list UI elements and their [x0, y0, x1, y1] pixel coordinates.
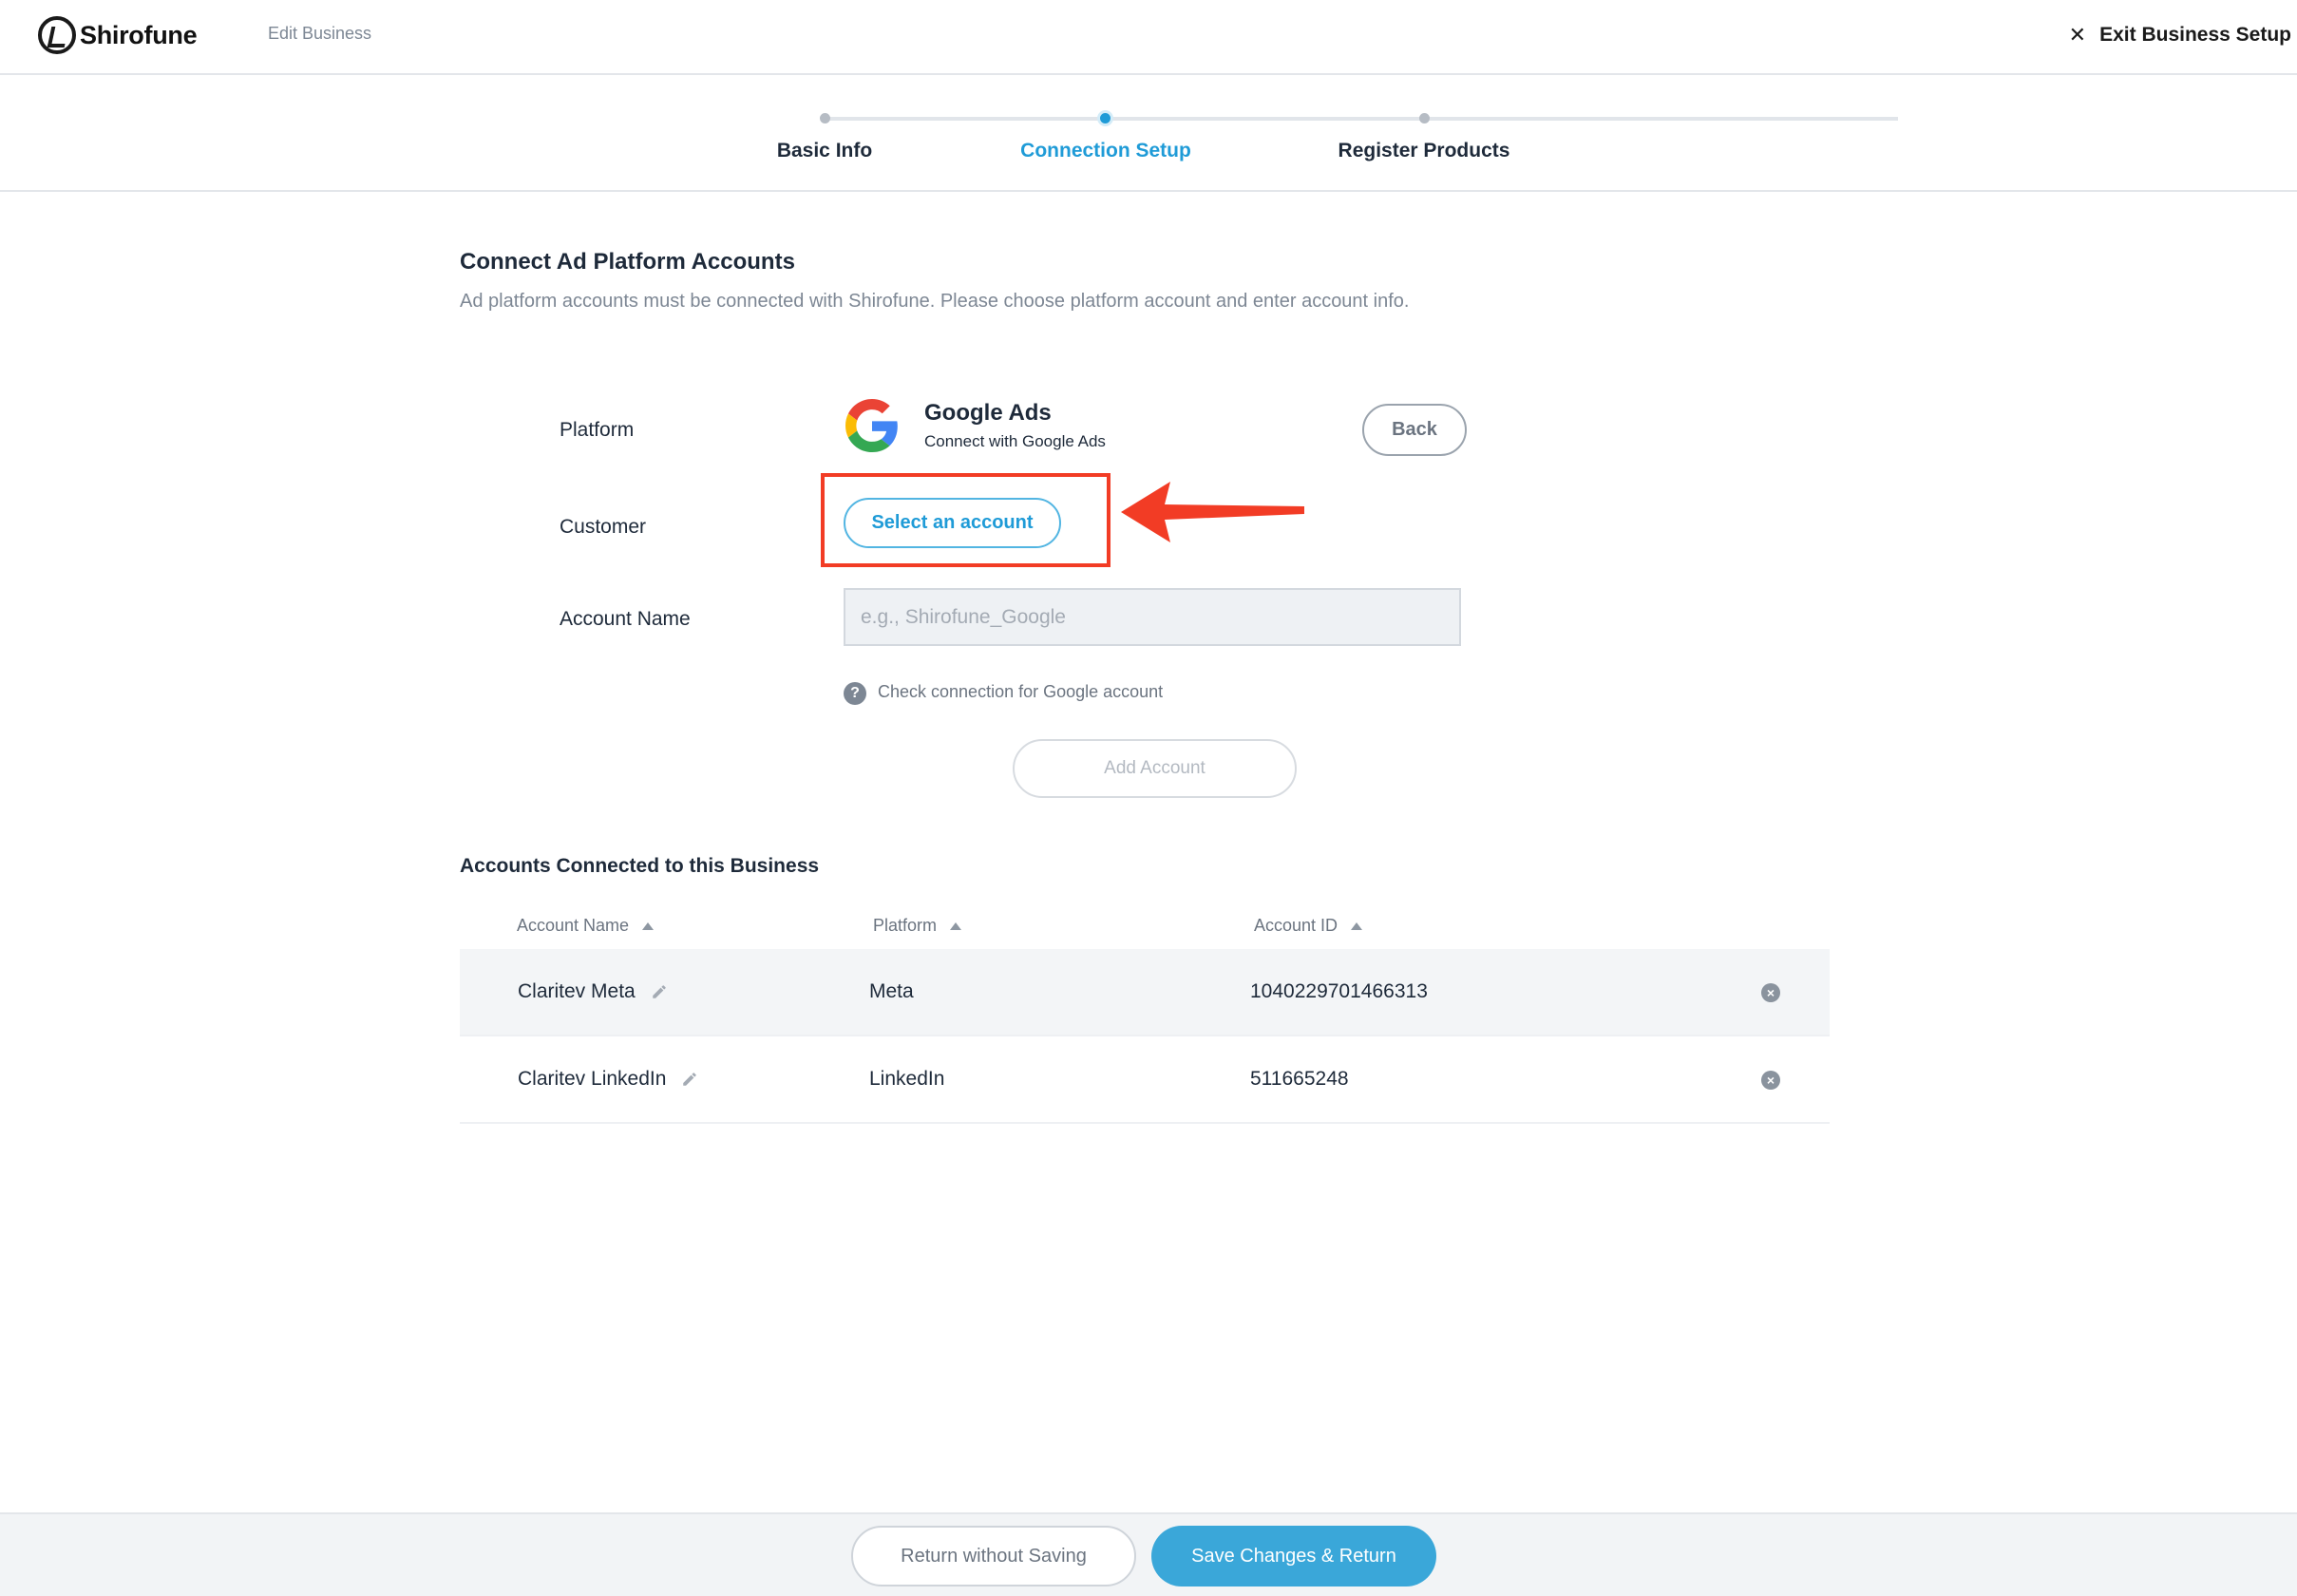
section-description: Ad platform accounts must be connected w…: [460, 291, 1410, 312]
account-name-text: Claritev Meta: [518, 980, 636, 1002]
connected-accounts-title: Accounts Connected to this Business: [460, 855, 820, 877]
step-connection-setup[interactable]: Connection Setup: [1020, 140, 1191, 162]
table-row: Claritev LinkedIn LinkedIn 511665248 ×: [460, 1036, 1830, 1124]
account-name-text: Claritev LinkedIn: [518, 1068, 667, 1090]
column-header-label: Platform: [873, 916, 938, 935]
platform-cell: Meta: [869, 980, 914, 1002]
pencil-icon[interactable]: [651, 983, 668, 1000]
help-icon[interactable]: ?: [844, 682, 866, 705]
sort-ascending-icon[interactable]: [642, 922, 655, 930]
platform-subtitle: Connect with Google Ads: [924, 432, 1106, 450]
platform-name: Google Ads: [924, 400, 1052, 426]
account-id-cell: 511665248: [1250, 1068, 1349, 1090]
account-name-input[interactable]: [844, 588, 1461, 646]
platform-label: Platform: [560, 419, 635, 441]
top-bar: Shirofune Edit Business ✕ Exit Business …: [0, 0, 2297, 75]
footer-action-bar: Return without Saving Save Changes & Ret…: [0, 1512, 2297, 1596]
column-header-label: Account Name: [517, 916, 630, 935]
remove-icon[interactable]: ×: [1761, 983, 1780, 1002]
step-dot-register-products: [1419, 113, 1430, 124]
progress-stepper: Basic Info Connection Setup Register Pro…: [0, 77, 2297, 192]
account-id-cell: 1040229701466313: [1250, 980, 1428, 1002]
column-header-account-name[interactable]: Account Name: [517, 916, 655, 936]
sort-ascending-icon[interactable]: [950, 922, 962, 930]
shirofune-logo[interactable]: Shirofune: [38, 15, 198, 55]
back-button[interactable]: Back: [1362, 404, 1467, 456]
step-dot-basic-info: [820, 113, 830, 124]
step-register-products[interactable]: Register Products: [1338, 140, 1510, 162]
close-icon: ✕: [2068, 23, 2087, 47]
account-name-cell: Claritev LinkedIn: [518, 1068, 698, 1091]
account-name-cell: Claritev Meta: [518, 980, 668, 1003]
section-title: Connect Ad Platform Accounts: [460, 249, 795, 275]
breadcrumb: Edit Business: [268, 24, 372, 43]
step-dot-connection-setup: [1100, 113, 1111, 124]
add-account-button[interactable]: Add Account: [1013, 739, 1297, 798]
platform-cell: LinkedIn: [869, 1068, 945, 1090]
save-changes-button[interactable]: Save Changes & Return: [1151, 1526, 1436, 1586]
step-basic-info[interactable]: Basic Info: [777, 140, 872, 162]
column-header-platform[interactable]: Platform: [873, 916, 962, 936]
column-header-label: Account ID: [1254, 916, 1338, 935]
pencil-icon[interactable]: [681, 1071, 698, 1088]
exit-label: Exit Business Setup: [2099, 24, 2291, 46]
google-icon: [845, 399, 898, 452]
remove-icon[interactable]: ×: [1761, 1071, 1780, 1090]
exit-business-setup-button[interactable]: ✕ Exit Business Setup: [2069, 23, 2291, 48]
column-header-account-id[interactable]: Account ID: [1254, 916, 1363, 936]
shirofune-logo-icon: [38, 16, 76, 54]
stepper-track: [825, 117, 1898, 121]
return-without-saving-button[interactable]: Return without Saving: [851, 1526, 1136, 1586]
brand-name: Shirofune: [80, 20, 198, 49]
table-row: Claritev Meta Meta 1040229701466313 ×: [460, 949, 1830, 1036]
select-account-button[interactable]: Select an account: [844, 498, 1061, 548]
sort-ascending-icon[interactable]: [1351, 922, 1363, 930]
account-name-label: Account Name: [560, 608, 691, 630]
annotation-arrow-icon: [1121, 482, 1304, 542]
customer-label: Customer: [560, 516, 647, 538]
help-text[interactable]: Check connection for Google account: [878, 682, 1163, 702]
